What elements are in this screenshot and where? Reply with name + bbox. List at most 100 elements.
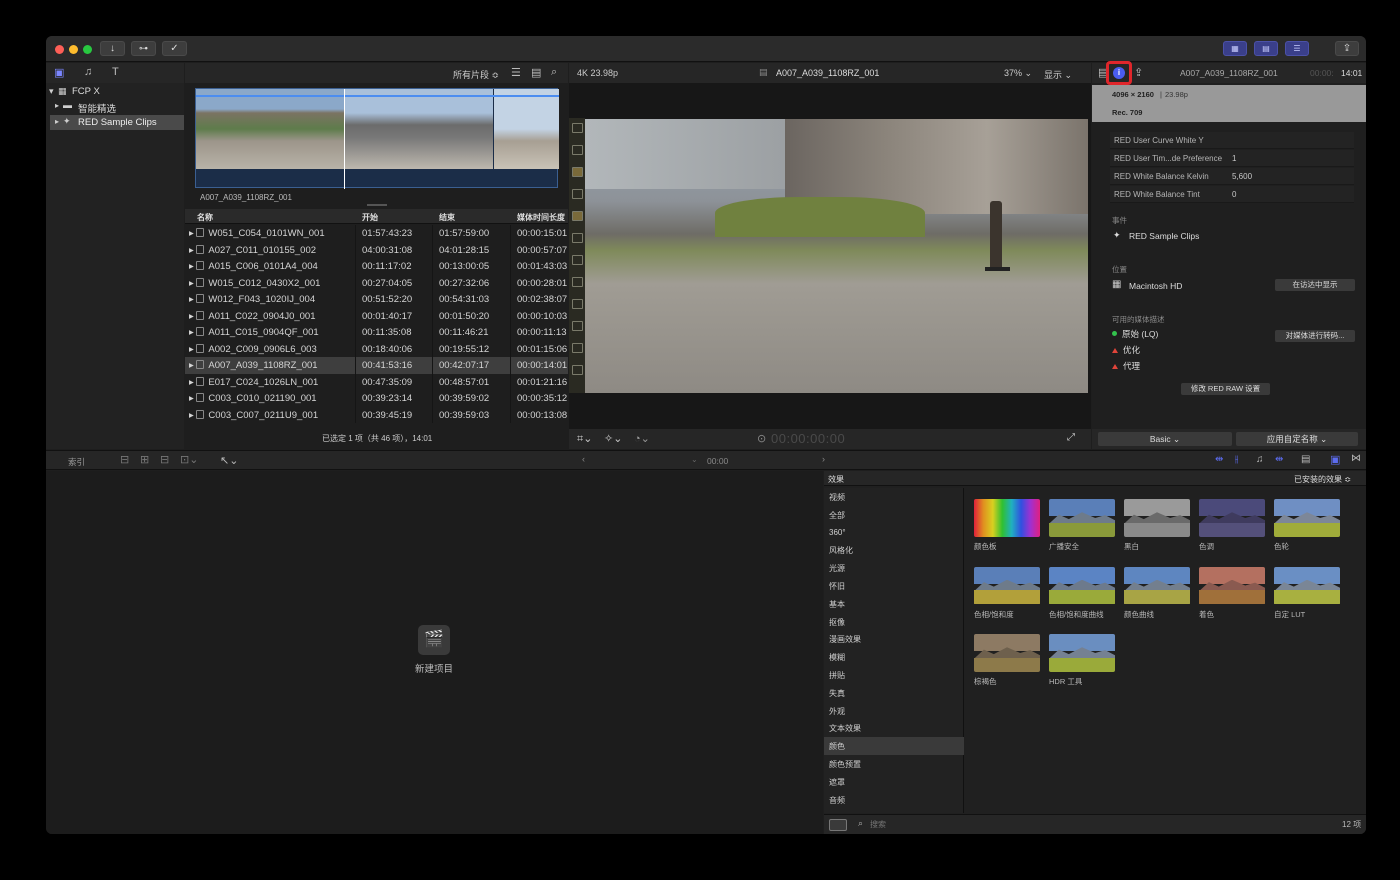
effect-thumbnail[interactable] <box>1049 499 1115 537</box>
metadata-row[interactable]: RED White Balance Kelvin 5,600 <box>1110 168 1354 185</box>
back-arrow-icon[interactable]: ‹ <box>582 454 585 464</box>
timeline-index-button[interactable]: 索引 <box>68 456 85 468</box>
photos-audio-icon[interactable]: ♫ <box>84 66 92 78</box>
table-row[interactable]: ▸ C003_C010_021190_001 00:39:23:14 00:39:5… <box>185 390 568 407</box>
insert-clip-icon[interactable]: ⊞ <box>140 453 149 466</box>
display-menu[interactable]: 显示 ⌄ <box>1044 68 1072 81</box>
column-header-end[interactable]: 结束 <box>439 212 455 223</box>
disclosure-closed-icon[interactable]: ▸ <box>189 311 196 322</box>
table-row[interactable]: ▸ A011_C015_0904QF_001 00:11:35:08 00:11:4… <box>185 324 568 341</box>
connect-clip-icon[interactable]: ⊟ <box>120 453 129 466</box>
table-row[interactable]: ▸ A002_C009_0906L6_003 00:18:40:06 00:19:5… <box>185 340 568 357</box>
effect-thumbnail[interactable] <box>974 566 1040 605</box>
new-project-label[interactable]: 新建项目 <box>415 661 453 675</box>
info-icon[interactable]: i <box>1113 67 1125 79</box>
table-row[interactable]: ▸ W015_C012_0430X2_001 00:27:04:05 00:27:3… <box>185 274 568 291</box>
clip-appearance-icon[interactable]: ▤ <box>1301 454 1310 465</box>
minimize-window-button[interactable] <box>69 45 78 54</box>
apply-custom-name-menu[interactable]: 应用自定名称 ⌄ <box>1236 432 1358 446</box>
effects-category-item[interactable]: 光源 <box>824 559 964 577</box>
filmstrip-icon[interactable]: ▤ <box>531 66 541 79</box>
effects-category-item[interactable]: 360° <box>824 524 964 542</box>
zoom-window-button[interactable] <box>83 45 92 54</box>
table-row[interactable]: ▸ W012_F043_1020IJ_004 00:51:52:20 00:54:3… <box>185 291 568 308</box>
disclosure-closed-icon[interactable]: ▸ <box>189 245 196 256</box>
effect-thumbnail[interactable] <box>1274 499 1340 537</box>
disclosure-closed-icon[interactable]: ▸ <box>189 278 196 289</box>
skimming-icon[interactable]: ⇹ <box>1215 454 1223 465</box>
disclosure-closed-icon[interactable]: ▸ <box>189 261 196 272</box>
table-row[interactable]: ▸ C003_C007_0211U9_001 00:39:45:19 00:39:5… <box>185 406 568 423</box>
column-header-duration[interactable]: 媒体时间长度 <box>517 212 565 223</box>
viewer-timecode[interactable]: 00:00:00:00 <box>771 431 845 446</box>
disclosure-closed-icon[interactable]: ▸ <box>189 377 196 388</box>
metadata-value[interactable]: 5,600 <box>1232 172 1252 181</box>
effects-category-item[interactable]: 全部 <box>824 506 964 524</box>
sidebar-item-smart-collections[interactable]: ▸ ▬ 智能精选 <box>46 99 184 115</box>
effect-thumbnail[interactable] <box>1199 499 1265 537</box>
keywords-button[interactable]: ⊶ <box>131 41 156 56</box>
libraries-icon[interactable]: ▣ <box>54 66 64 79</box>
metadata-row[interactable]: RED User Tim...de Preference 1 <box>1110 150 1354 167</box>
speed-icon[interactable]: ◔⌄ <box>634 432 650 445</box>
disclosure-closed-icon[interactable]: ▸ <box>189 294 196 305</box>
transcode-media-button[interactable]: 对媒体进行转码... <box>1275 330 1355 342</box>
forward-arrow-icon[interactable]: › <box>822 454 825 464</box>
play-icon[interactable]: ⊙ <box>757 432 766 445</box>
effects-category-item[interactable]: 漫画效果 <box>824 630 964 648</box>
effects-category-item[interactable]: 风格化 <box>824 541 964 559</box>
import-button[interactable]: ↓ <box>100 41 125 56</box>
table-row[interactable]: ▸ W051_C054_0101WN_001 01:57:43:23 01:57:5… <box>185 225 568 242</box>
effect-thumbnail[interactable] <box>1049 566 1115 605</box>
chevron-down-icon[interactable]: ⌄ <box>691 455 698 464</box>
video-frame[interactable] <box>585 119 1088 393</box>
background-tasks-button[interactable]: ✓ <box>162 41 187 56</box>
effects-search-input[interactable] <box>870 818 1070 831</box>
effects-category-item[interactable]: 音频 <box>824 791 964 809</box>
close-window-button[interactable] <box>55 45 64 54</box>
solo-icon[interactable]: ♫ <box>1256 454 1264 465</box>
effects-category-item[interactable]: 拼贴 <box>824 666 964 684</box>
reveal-in-finder-button[interactable]: 在访达中显示 <box>1275 279 1355 291</box>
metadata-view-menu[interactable]: Basic ⌄ <box>1098 432 1232 446</box>
append-clip-icon[interactable]: ⊟ <box>160 453 169 466</box>
effects-category-item[interactable]: 外观 <box>824 702 964 720</box>
effects-category-item[interactable]: 怀旧 <box>824 577 964 595</box>
effects-category-item[interactable]: 颜色预置 <box>824 755 964 773</box>
column-header-name[interactable]: 名称 <box>197 212 213 223</box>
fullscreen-icon[interactable]: ⤢ <box>1067 432 1075 443</box>
table-row[interactable]: ▸ A007_A039_1108RZ_001 00:41:53:16 00:42:0… <box>185 357 568 374</box>
metadata-row[interactable]: RED White Balance Tint 0 <box>1110 186 1354 203</box>
effects-category-item[interactable]: 文本效果 <box>824 719 964 737</box>
table-row[interactable]: ▸ A011_C022_0904J0_001 00:01:40:17 00:01:5… <box>185 307 568 324</box>
metadata-row[interactable]: RED User Curve White Y <box>1110 132 1354 149</box>
table-row[interactable]: ▸ A015_C006_0101A4_004 00:11:17:02 00:13:0… <box>185 258 568 275</box>
clapper-icon[interactable]: 🎬 <box>418 625 450 655</box>
effects-category-item[interactable]: 抠像 <box>824 613 964 631</box>
effects-category-item[interactable]: 颜色 <box>824 737 964 755</box>
crop-icon[interactable]: ⌗⌄ <box>577 432 592 446</box>
disclosure-closed-icon[interactable]: ▸ <box>189 360 196 371</box>
effect-thumbnail[interactable] <box>1199 566 1265 605</box>
effect-thumbnail[interactable] <box>974 499 1040 537</box>
audio-skimming-icon[interactable]: ⫲ <box>1235 454 1238 465</box>
disclosure-closed-icon[interactable]: ▸ <box>189 228 196 239</box>
overwrite-clip-icon[interactable]: ⊡⌄ <box>180 453 198 466</box>
effects-category-item[interactable]: 基本 <box>824 595 964 613</box>
installed-effects-menu[interactable]: 已安装的效果 ≎ <box>1294 474 1351 485</box>
effect-thumbnail[interactable] <box>974 634 1040 672</box>
zoom-menu[interactable]: 37% ⌄ <box>1004 68 1032 79</box>
share-inspector-icon[interactable]: ⇪ <box>1134 66 1143 79</box>
timeline-area[interactable]: 🎬 新建项目 <box>46 471 823 834</box>
search-icon[interactable]: ⌕ <box>551 66 557 79</box>
effect-thumbnail[interactable] <box>1124 566 1190 605</box>
effect-thumbnail[interactable] <box>1274 566 1340 605</box>
clip-filter-menu[interactable]: 所有片段 ≎ <box>453 68 499 81</box>
inspector-toggle-button[interactable]: ☰ <box>1285 41 1309 56</box>
metadata-value[interactable]: 1 <box>1232 154 1236 163</box>
transitions-icon[interactable]: ⋈ <box>1351 453 1361 464</box>
effect-thumbnail[interactable] <box>1049 634 1115 672</box>
effects-browser-icon[interactable]: ▣ <box>1330 453 1340 466</box>
table-row[interactable]: ▸ A027_C011_010155_002 04:00:31:08 04:01:2… <box>185 241 568 258</box>
effects-category-item[interactable]: 遮罩 <box>824 773 964 791</box>
